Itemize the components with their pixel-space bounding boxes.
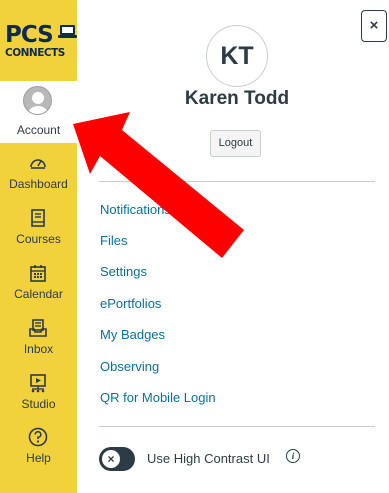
close-tray-button[interactable]: × bbox=[361, 10, 387, 42]
calendar-icon bbox=[30, 265, 46, 282]
info-icon[interactable]: i bbox=[286, 449, 300, 463]
user-initials-avatar: KT bbox=[206, 25, 268, 87]
nav-label-inbox: Inbox bbox=[23, 342, 54, 356]
studio-icon bbox=[30, 374, 46, 393]
help-icon bbox=[28, 427, 48, 447]
nav-item-studio[interactable]: Studio bbox=[0, 369, 77, 423]
logo-text-connects: CONNECTS bbox=[5, 47, 65, 59]
divider-top bbox=[99, 181, 375, 182]
high-contrast-toggle[interactable]: × bbox=[99, 447, 135, 471]
high-contrast-label: Use High Contrast UI bbox=[147, 451, 270, 466]
link-qr-mobile-login[interactable]: QR for Mobile Login bbox=[100, 390, 216, 405]
nav-label-account: Account bbox=[16, 123, 61, 137]
link-settings[interactable]: Settings bbox=[100, 264, 147, 279]
toggle-x-icon: × bbox=[102, 450, 120, 468]
nav-item-help[interactable]: Help bbox=[0, 423, 77, 477]
nav-item-account[interactable]: Account bbox=[0, 81, 77, 143]
logo-text-pcs: PCS bbox=[5, 22, 54, 48]
avatar-icon bbox=[23, 86, 52, 115]
link-files[interactable]: Files bbox=[100, 233, 127, 248]
laptop-icon bbox=[58, 25, 77, 38]
link-my-badges[interactable]: My Badges bbox=[100, 327, 165, 342]
nav-label-studio: Studio bbox=[21, 397, 56, 411]
user-name: Karen Todd bbox=[184, 88, 290, 109]
link-notifications[interactable]: Notifications bbox=[100, 202, 171, 217]
nav-label-calendar: Calendar bbox=[14, 287, 63, 301]
divider-bottom bbox=[99, 426, 375, 427]
inbox-icon bbox=[29, 319, 47, 337]
dashboard-icon bbox=[30, 159, 46, 169]
nav-item-inbox[interactable]: Inbox bbox=[0, 314, 77, 368]
nav-item-courses[interactable]: Courses bbox=[0, 204, 77, 258]
nav-label-help: Help bbox=[26, 451, 51, 465]
nav-item-dashboard[interactable]: Dashboard bbox=[0, 149, 77, 203]
global-nav-sidebar: PCS CONNECTS Account Dashboard Courses C… bbox=[0, 0, 77, 493]
pcs-connects-logo[interactable]: PCS CONNECTS bbox=[3, 22, 77, 68]
nav-item-calendar[interactable]: Calendar bbox=[0, 259, 77, 313]
courses-icon bbox=[31, 209, 45, 227]
logout-button[interactable]: Logout bbox=[210, 130, 261, 157]
link-observing[interactable]: Observing bbox=[100, 359, 159, 374]
link-eportfolios[interactable]: ePortfolios bbox=[100, 296, 161, 311]
nav-label-courses: Courses bbox=[16, 232, 61, 246]
nav-label-dashboard: Dashboard bbox=[9, 177, 68, 191]
